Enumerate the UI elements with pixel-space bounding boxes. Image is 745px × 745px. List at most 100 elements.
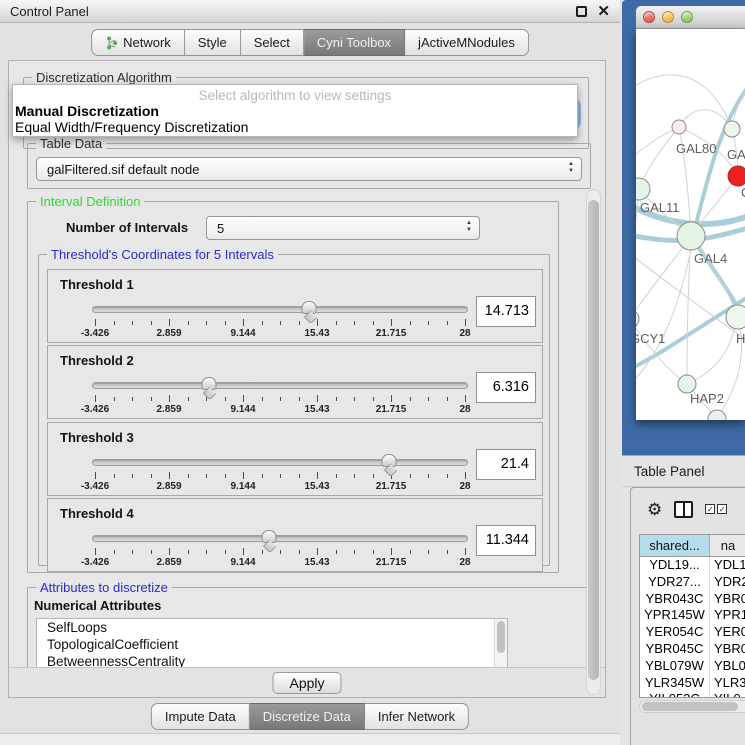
cell-name[interactable]: YBR0 bbox=[710, 591, 745, 608]
network-canvas[interactable]: GAL80GACGAL11GAL4GCY1HHAP2 bbox=[636, 29, 745, 420]
cell-shared-name[interactable]: YLR345W bbox=[640, 675, 710, 692]
network-node[interactable] bbox=[726, 305, 745, 329]
tick-mark bbox=[299, 397, 300, 401]
threshold-slider[interactable]: -3.4262.8599.14415.4321.71528 bbox=[92, 453, 468, 493]
table-row[interactable]: YDL19...YDL1 bbox=[640, 557, 745, 574]
tick-mark bbox=[391, 395, 392, 402]
apply-button[interactable]: Apply bbox=[272, 672, 341, 694]
network-window-titlebar[interactable] bbox=[636, 6, 745, 29]
network-view-window[interactable]: GAL80GACGAL11GAL4GCY1HHAP2 bbox=[622, 0, 745, 455]
scrollbar-thumb[interactable] bbox=[588, 200, 599, 680]
threshold-value-field[interactable]: 11.344 bbox=[476, 525, 536, 556]
threshold-value-field[interactable]: 21.4 bbox=[476, 449, 536, 480]
network-edge[interactable] bbox=[636, 75, 732, 129]
cell-shared-name[interactable]: YER054C bbox=[640, 624, 710, 641]
dropdown-option-equal-width-frequency[interactable]: Equal Width/Frequency Discretization bbox=[13, 119, 577, 135]
cell-shared-name[interactable]: YDL19... bbox=[640, 557, 710, 574]
tab-infer-network[interactable]: Infer Network bbox=[365, 703, 469, 730]
slider-thumb[interactable] bbox=[201, 377, 216, 390]
tab-impute-data[interactable]: Impute Data bbox=[151, 703, 250, 730]
float-window-icon[interactable] bbox=[576, 6, 587, 17]
cell-name[interactable]: YDL1 bbox=[710, 557, 745, 574]
table-row[interactable]: YBR045CYBR0 bbox=[640, 641, 745, 658]
network-node[interactable] bbox=[724, 121, 740, 137]
network-node[interactable] bbox=[677, 222, 705, 250]
slider-thumb[interactable] bbox=[261, 530, 276, 543]
threshold-value-field[interactable]: 14.713 bbox=[476, 296, 536, 327]
cell-name[interactable]: YBL0 bbox=[710, 658, 745, 675]
scrollbar-thumb[interactable] bbox=[642, 702, 738, 711]
cell-shared-name[interactable]: YPR145W bbox=[640, 607, 710, 624]
table-row[interactable]: YDR27...YDR2 bbox=[640, 574, 745, 591]
cell-shared-name[interactable]: YBR045C bbox=[640, 641, 710, 658]
table-row[interactable]: YIL052CYIL0 bbox=[640, 691, 745, 697]
column-header-shared-name[interactable]: shared... bbox=[640, 535, 710, 556]
tick-mark bbox=[447, 550, 448, 554]
numerical-attributes-list[interactable]: SelfLoopsTopologicalCoefficientBetweenne… bbox=[36, 618, 508, 670]
node-table[interactable]: shared... na YDL19...YDL1YDR27...YDR2YBR… bbox=[639, 534, 745, 698]
attribute-list-item[interactable]: SelfLoops bbox=[37, 619, 507, 636]
table-data-combo[interactable]: galFiltered.sif default node ▲▼ bbox=[36, 157, 582, 181]
slider-tick-label: 2.859 bbox=[156, 328, 181, 339]
table-horizontal-scrollbar[interactable] bbox=[639, 700, 745, 713]
attribute-list-item[interactable]: TopologicalCoefficient bbox=[37, 636, 507, 653]
tab-discretize-data[interactable]: Discretize Data bbox=[250, 703, 365, 730]
network-node-label: GAL80 bbox=[676, 141, 716, 156]
close-icon[interactable]: ✕ bbox=[597, 6, 610, 17]
table-row[interactable]: YLR345WYLR3 bbox=[640, 675, 745, 692]
slider-track[interactable] bbox=[92, 382, 468, 389]
cell-shared-name[interactable]: YDR27... bbox=[640, 574, 710, 591]
gear-icon[interactable]: ⚙ bbox=[647, 501, 662, 518]
network-edge[interactable] bbox=[636, 254, 745, 341]
table-row[interactable]: YPR145WYPR1 bbox=[640, 607, 745, 624]
slider-track[interactable] bbox=[92, 459, 468, 466]
cell-shared-name[interactable]: YBL079W bbox=[640, 658, 710, 675]
tick-mark bbox=[262, 321, 263, 325]
minimize-traffic-light-icon[interactable] bbox=[662, 11, 674, 23]
network-node[interactable] bbox=[728, 166, 745, 186]
column-header-name[interactable]: na bbox=[710, 535, 745, 556]
network-node[interactable] bbox=[636, 310, 639, 328]
threshold-slider[interactable]: -3.4262.8599.14415.4321.71528 bbox=[92, 376, 468, 416]
slider-track[interactable] bbox=[92, 306, 468, 313]
table-row[interactable]: YBL079WYBL0 bbox=[640, 658, 745, 675]
network-node[interactable] bbox=[636, 178, 650, 200]
table-panel-header: Table Panel bbox=[622, 455, 745, 487]
tab-jactivemnodules[interactable]: jActiveMNodules bbox=[405, 29, 529, 56]
table-row[interactable]: YBR043CYBR0 bbox=[640, 591, 745, 608]
tick-mark bbox=[114, 321, 115, 325]
cell-name[interactable]: YLR3 bbox=[710, 675, 745, 692]
tab-select[interactable]: Select bbox=[241, 29, 304, 56]
network-node[interactable] bbox=[672, 120, 686, 134]
cell-name[interactable]: YDR2 bbox=[710, 574, 745, 591]
split-view-icon[interactable] bbox=[674, 501, 693, 518]
threshold-slider[interactable]: -3.4262.8599.14415.4321.71528 bbox=[92, 300, 468, 340]
tab-cyni-toolbox[interactable]: Cyni Toolbox bbox=[304, 29, 405, 56]
attributes-scrollbar[interactable] bbox=[494, 619, 507, 669]
slider-track[interactable] bbox=[92, 535, 468, 542]
cell-name[interactable]: YPR1 bbox=[710, 607, 745, 624]
threshold-slider[interactable]: -3.4262.8599.14415.4321.71528 bbox=[92, 529, 468, 569]
close-traffic-light-icon[interactable] bbox=[643, 11, 655, 23]
bottom-tab-bar: Impute Data Discretize Data Infer Networ… bbox=[151, 703, 469, 730]
zoom-traffic-light-icon[interactable] bbox=[681, 11, 693, 23]
tab-network[interactable]: Network bbox=[91, 29, 185, 56]
number-of-intervals-combo[interactable]: 5 ▲▼ bbox=[206, 216, 480, 240]
panel-vertical-scrollbar[interactable] bbox=[586, 189, 601, 695]
network-edge[interactable] bbox=[636, 236, 691, 319]
tab-style[interactable]: Style bbox=[185, 29, 241, 56]
dropdown-option-manual-discretization[interactable]: Manual Discretization bbox=[13, 103, 577, 119]
threshold-value-field[interactable]: 6.316 bbox=[476, 372, 536, 403]
cell-name[interactable]: YBR0 bbox=[710, 641, 745, 658]
slider-thumb[interactable] bbox=[302, 301, 317, 314]
scrollbar-thumb[interactable] bbox=[497, 621, 505, 653]
select-columns-icon[interactable]: ✓ ✓ bbox=[705, 504, 727, 514]
cell-shared-name[interactable]: YIL052C bbox=[640, 691, 710, 697]
top-tab-bar: Network Style Select Cyni Toolbox jActiv… bbox=[91, 29, 529, 56]
table-row[interactable]: YER054CYER0 bbox=[640, 624, 745, 641]
cell-name[interactable]: YIL0 bbox=[710, 691, 745, 697]
cell-name[interactable]: YER0 bbox=[710, 624, 745, 641]
slider-thumb[interactable] bbox=[382, 454, 397, 467]
cell-shared-name[interactable]: YBR043C bbox=[640, 591, 710, 608]
network-edge[interactable] bbox=[636, 250, 691, 384]
